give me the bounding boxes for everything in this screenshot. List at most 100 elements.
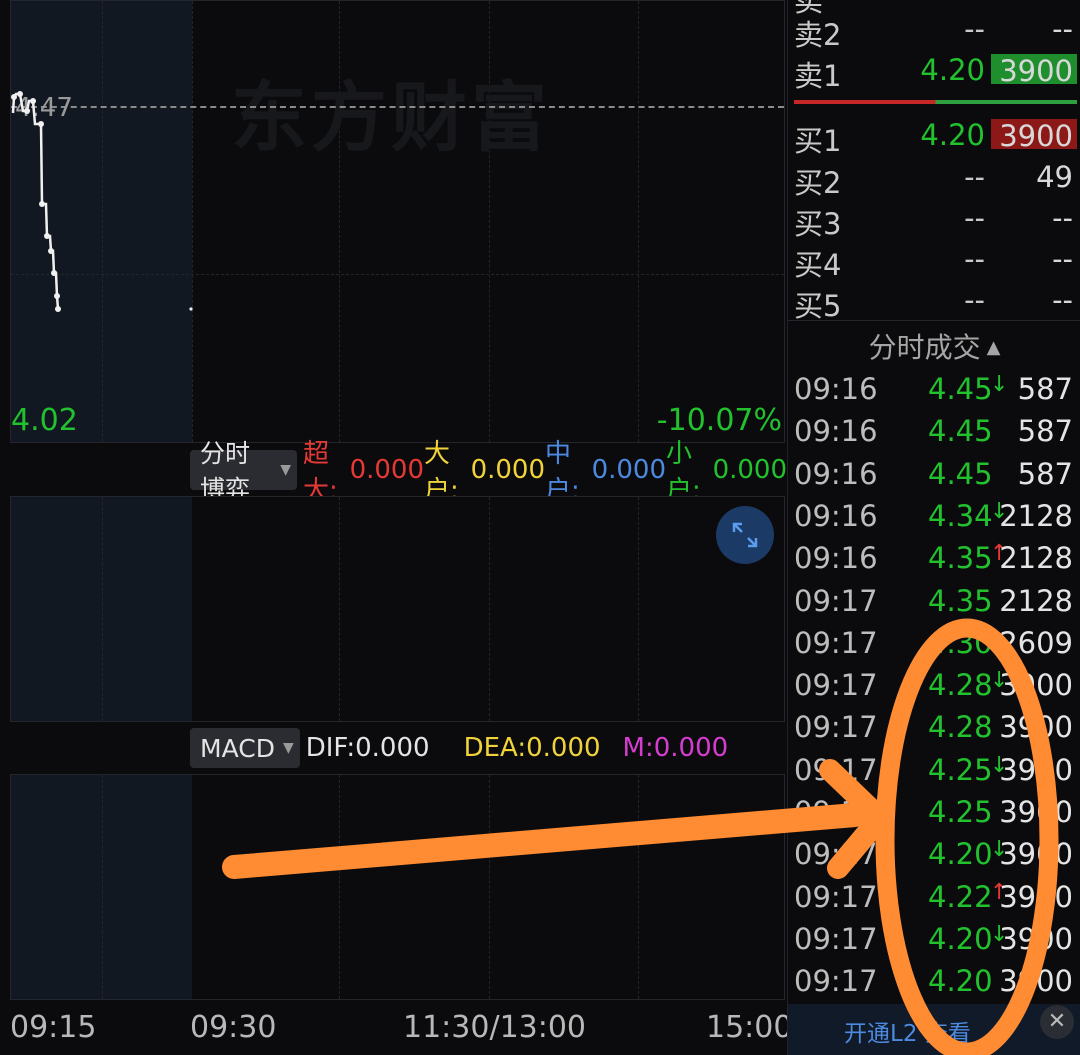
order-volume: 3900 [999, 119, 1073, 153]
trade-volume: 2128 [999, 498, 1073, 533]
chart-area: 东方财富 4.47 4.02 -10.07% 分时博弈 ▼ 超大: 0.000 … [0, 0, 792, 1055]
trade-volume: 3900 [999, 752, 1073, 787]
trade-time: 09:17 [794, 625, 878, 660]
super-large-value: 0.000 [349, 455, 425, 485]
trade-row: 09:16 4.45 587 [794, 414, 1077, 454]
buy-4-row[interactable]: 买4 -- -- [794, 242, 1077, 282]
trade-row: 09:17 4.28 3900 [794, 710, 1077, 750]
trade-row: 09:17 4.25 3900 [794, 795, 1077, 835]
trade-volume: 3900 [999, 964, 1073, 999]
order-level-label: 买3 [794, 207, 842, 241]
order-price: -- [964, 12, 985, 46]
trade-price: 4.25 [928, 752, 993, 787]
order-level-label: 卖1 [794, 59, 842, 93]
close-icon[interactable]: ✕ [1040, 1005, 1074, 1039]
order-level-label: 买5 [794, 289, 842, 323]
order-level-label: 买2 [794, 166, 842, 200]
trade-row: 09:17 4.20 ↓ 3900 [794, 837, 1077, 877]
trade-time: 09:17 [794, 879, 878, 914]
trade-time: 09:16 [794, 541, 878, 576]
trade-row: 09:17 4.20 ↓ 3900 [794, 922, 1077, 962]
l2-upgrade-banner[interactable]: 开通L2 查看 [788, 1004, 1080, 1055]
time-tick: 15:00 [706, 1010, 793, 1045]
trade-price: 4.30 [928, 625, 993, 660]
order-volume: -- [1052, 12, 1073, 46]
grid-line [102, 497, 103, 721]
trade-volume: 3900 [999, 668, 1073, 703]
trade-price: 4.45 [928, 456, 993, 491]
order-price: -- [964, 242, 985, 276]
intraday-price-chart[interactable]: 东方财富 4.47 4.02 -10.07% [10, 0, 785, 443]
order-level-label: 买4 [794, 248, 842, 282]
selector-label: MACD [200, 733, 275, 763]
trade-row: 09:16 4.34 ↓ 2128 [794, 499, 1077, 539]
order-volume: 3900 [999, 54, 1073, 88]
trade-time: 09:17 [794, 583, 878, 618]
bid-ask-ratio-bar [794, 100, 1077, 104]
trade-row: 09:17 4.25 ↓ 3900 [794, 753, 1077, 793]
trades-header[interactable]: 分时成交 ▲ [788, 326, 1080, 366]
expand-button[interactable] [716, 506, 774, 564]
macd-toolbar: MACD ▼ DIF:0.000 DEA:0.000 M:0.000 [190, 728, 728, 768]
time-tick: 11:30/13:00 [403, 1010, 587, 1045]
grid-line [102, 775, 103, 999]
l2-banner-label: 开通L2 查看 [844, 1021, 971, 1047]
trade-volume: 3900 [999, 879, 1073, 914]
grid-line [489, 775, 490, 999]
order-level-label: 卖2 [794, 18, 842, 52]
capital-flow-chart[interactable] [10, 496, 785, 722]
caret-down-icon: ▼ [280, 462, 292, 478]
indicator-selector-game[interactable]: 分时博弈 ▼ [190, 439, 298, 504]
trade-row: 09:16 4.45 ↓ 587 [794, 372, 1077, 412]
macd-chart[interactable] [10, 774, 785, 1000]
divider [788, 320, 1080, 321]
buy-3-row[interactable]: 买3 -- -- [794, 201, 1077, 241]
dif-value: DIF:0.000 [305, 733, 430, 763]
volume-bar: 3900 [991, 54, 1077, 88]
trade-time: 09:17 [794, 668, 878, 703]
trade-row: 09:16 4.35 ↑ 2128 [794, 541, 1077, 581]
order-volume: 49 [1036, 160, 1073, 194]
order-volume: -- [1052, 201, 1073, 235]
order-price: 4.20 [920, 53, 985, 87]
trade-row: 09:16 4.45 587 [794, 457, 1077, 497]
expand-icon [732, 522, 758, 548]
trade-price: 4.45 [928, 414, 993, 449]
trade-time: 09:17 [794, 921, 878, 956]
buy-5-row[interactable]: 买5 -- -- [794, 283, 1077, 323]
order-volume: -- [1052, 283, 1073, 317]
trade-time: 09:16 [794, 372, 878, 406]
quote-side-panel: 卖 卖2 -- -- 卖1 4.20 3900 买1 4.20 3900 买2 … [787, 0, 1080, 1055]
trade-row: 09:17 4.28 ↓ 3900 [794, 668, 1077, 708]
low-price-label: 4.02 [11, 403, 78, 438]
trades-header-label: 分时成交 [868, 331, 981, 364]
capital-flow-toolbar: 分时博弈 ▼ 超大: 0.000 大户: 0.000 中户: 0.000 小户:… [190, 439, 788, 506]
trade-price: 4.35 [928, 541, 993, 576]
trade-price: 4.35 [928, 583, 993, 618]
trade-volume: 3900 [999, 795, 1073, 829]
trade-volume: 2128 [999, 583, 1073, 618]
trade-time: 09:17 [794, 752, 878, 787]
trade-volume: 587 [1017, 456, 1073, 491]
small-value: 0.000 [712, 455, 788, 485]
trade-row: 09:17 4.30 2609 [794, 626, 1077, 666]
volume-bar: 3900 [991, 119, 1077, 153]
sell-1-row[interactable]: 卖1 4.20 3900 [794, 53, 1077, 93]
grid-line [339, 775, 340, 999]
trade-price: 4.22 [928, 879, 993, 914]
grid-line [638, 497, 639, 721]
buy-1-row[interactable]: 买1 4.20 3900 [794, 118, 1077, 158]
grid-line [489, 497, 490, 721]
trade-row: 09:17 4.35 2128 [794, 584, 1077, 624]
trade-volume: 2128 [999, 541, 1073, 576]
trade-row: 09:17 4.20 3900 [794, 964, 1077, 1004]
time-axis: 09:15 09:30 11:30/13:00 15:00 [10, 1010, 792, 1050]
trade-price: 4.28 [928, 710, 993, 745]
sell-2-row[interactable]: 卖2 -- -- [794, 12, 1077, 52]
order-price: 4.20 [920, 118, 985, 152]
triangle-up-icon: ▲ [986, 337, 1001, 358]
order-price: -- [964, 283, 985, 317]
time-tick: 09:30 [190, 1010, 277, 1045]
buy-2-row[interactable]: 买2 -- 49 [794, 160, 1077, 200]
indicator-selector-macd[interactable]: MACD ▼ [190, 728, 300, 768]
